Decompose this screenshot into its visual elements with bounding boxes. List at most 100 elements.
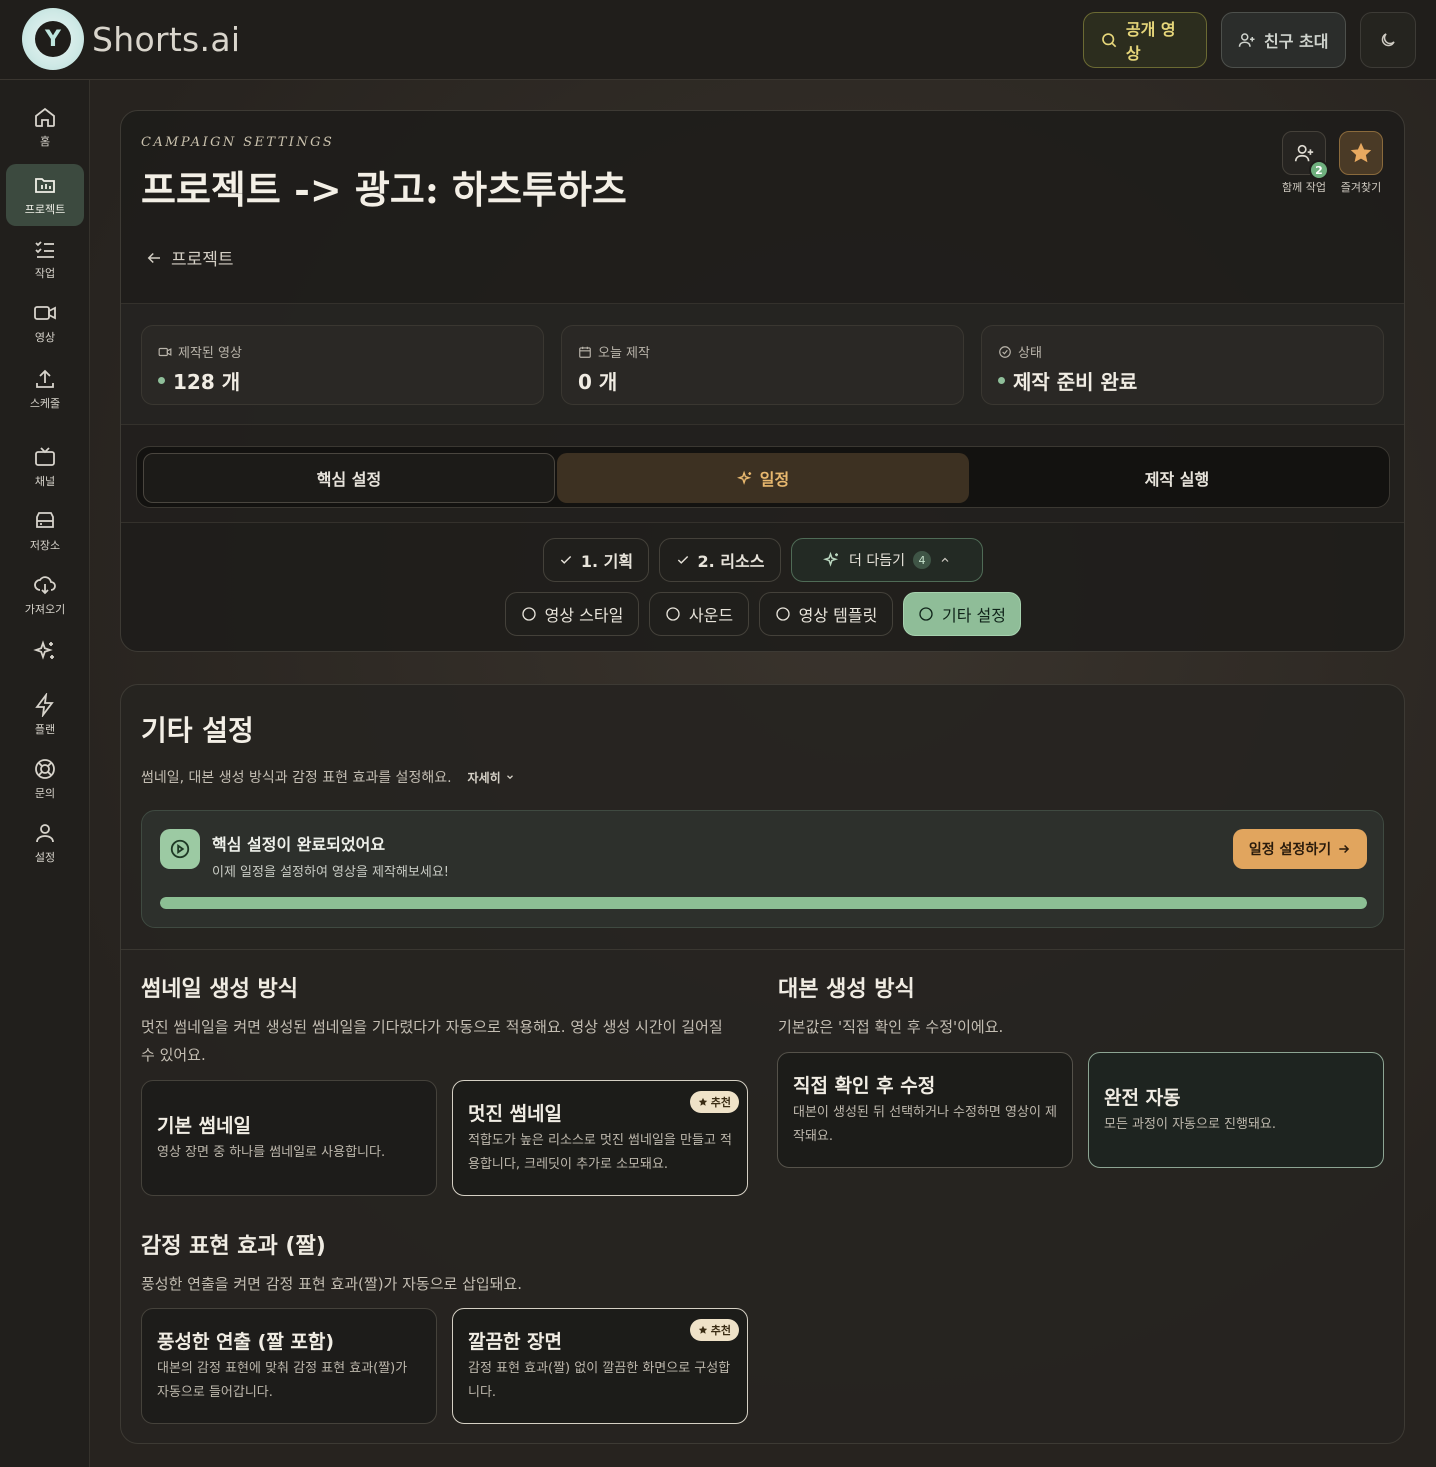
arrow-left-icon xyxy=(147,252,160,263)
substep-video-style[interactable]: 영상 스타일 xyxy=(505,592,639,636)
sidebar-item-plan[interactable]: 플랜 xyxy=(6,684,84,746)
option-clean-scene[interactable]: 추천 깔끔한 장면 감정 표현 효과(짤) 없이 깔끔한 화면으로 구성합니다. xyxy=(452,1308,748,1424)
sidebar-item-projects[interactable]: 프로젝트 xyxy=(6,164,84,226)
sidebar-item-label: 홈 xyxy=(39,135,51,148)
check-icon xyxy=(677,556,688,564)
substep-label: 사운드 xyxy=(688,606,734,625)
stat-label-text: 제작된 영상 xyxy=(178,346,242,361)
other-settings-panel: 기타 설정 썸네일, 대본 생성 방식과 감정 표현 효과를 설정해요. 자세히… xyxy=(120,684,1405,1444)
sparkles-icon xyxy=(736,470,751,485)
home-icon xyxy=(35,107,55,127)
option-rich-direction[interactable]: 풍성한 연출 (짤 포함) 대본의 감정 표현에 맞춰 감정 표현 효과(짤)가… xyxy=(141,1308,437,1424)
sidebar-item-schedule[interactable]: 스케줄 xyxy=(6,358,84,420)
status-dot xyxy=(998,377,1005,384)
sparkles-icon xyxy=(33,640,54,660)
option-basic-thumbnail[interactable]: 기본 썸네일 영상 장면 중 하나를 썸네일로 사용합니다. xyxy=(141,1080,437,1196)
substep-video-template[interactable]: 영상 템플릿 xyxy=(759,592,893,636)
divider xyxy=(121,522,1404,523)
script-section-desc: 기본값은 '직접 확인 후 수정'이에요. xyxy=(778,1018,1004,1036)
upload-icon xyxy=(36,369,54,388)
substep-sound[interactable]: 사운드 xyxy=(649,592,749,636)
progress-fill xyxy=(160,897,1367,909)
setup-progress-bar xyxy=(160,897,1367,909)
sidebar-item-label: 저장소 xyxy=(29,539,61,552)
option-desc: 감정 표현 효과(짤) 없이 깔끔한 화면으로 구성합니다. xyxy=(468,1361,731,1400)
stat-value: 128 개 xyxy=(158,366,240,395)
set-schedule-label: 일정 설정하기 xyxy=(1248,842,1332,858)
sidebar-item-channel[interactable]: 채널 xyxy=(6,436,84,498)
recommended-badge: 추천 xyxy=(689,1319,739,1341)
public-videos-button[interactable]: 공개 영상 xyxy=(1083,12,1207,68)
star-icon xyxy=(698,1097,707,1106)
stat-card-today: 오늘 제작 0 개 xyxy=(561,325,964,405)
star-icon xyxy=(1350,142,1372,163)
collaborate-label: 함께 작업 xyxy=(1282,181,1326,194)
campaign-kicker: CAMPAIGN SETTINGS xyxy=(141,135,335,150)
page-title: 프로젝트 -> 광고: 하츠투하츠 xyxy=(141,167,627,212)
collaborate-button[interactable]: 2 함께 작업 xyxy=(1282,131,1329,195)
logo[interactable]: Y Shorts.ai xyxy=(22,8,240,70)
sidebar-item-settings[interactable]: 설정 xyxy=(6,812,84,874)
invite-friends-button[interactable]: 친구 초대 xyxy=(1221,12,1346,68)
more-details-toggle[interactable]: 자세히 xyxy=(468,769,515,786)
theme-toggle-button[interactable] xyxy=(1360,12,1416,68)
recommended-badge: 추천 xyxy=(689,1091,739,1113)
sidebar-item-ai[interactable] xyxy=(6,620,84,682)
substep-other-settings[interactable]: 기타 설정 xyxy=(903,592,1021,636)
tab-core-settings[interactable]: 핵심 설정 xyxy=(143,453,555,503)
step-label: 1. 기획 xyxy=(580,552,634,571)
substep-label: 영상 템플릿 xyxy=(798,606,878,625)
favorite-button[interactable]: 즐겨찾기 xyxy=(1339,131,1383,195)
option-title: 멋진 썸네일 xyxy=(468,1103,563,1125)
sidebar-item-label: 작업 xyxy=(34,267,56,280)
setup-complete-notice: 핵심 설정이 완료되었어요 이제 일정을 설정하여 영상을 제작해보세요! 일정… xyxy=(141,810,1384,928)
recommended-label: 추천 xyxy=(710,1096,731,1109)
favorite-label: 즐겨찾기 xyxy=(1340,181,1382,194)
section-description-text: 썸네일, 대본 생성 방식과 감정 표현 효과를 설정해요. xyxy=(141,770,452,786)
sidebar-item-home[interactable]: 홈 xyxy=(6,96,84,158)
step-planning[interactable]: 1. 기획 xyxy=(543,538,649,582)
logo-text: Shorts.ai xyxy=(92,19,241,59)
tab-label: 제작 실행 xyxy=(1144,470,1210,489)
moon-icon xyxy=(1381,33,1395,47)
sidebar-item-support[interactable]: 문의 xyxy=(6,748,84,810)
public-videos-label: 공개 영상 xyxy=(1125,20,1176,63)
refine-count: 4 xyxy=(912,551,931,569)
bolt-icon xyxy=(35,693,54,717)
video-icon xyxy=(158,347,172,356)
option-manual-review[interactable]: 직접 확인 후 수정 대본이 생성된 뒤 선택하거나 수정하면 영상이 제작돼요… xyxy=(777,1052,1073,1168)
stat-label-text: 상태 xyxy=(1018,346,1042,361)
option-desc: 대본이 생성된 뒤 선택하거나 수정하면 영상이 제작돼요. xyxy=(793,1105,1057,1144)
stat-label: 상태 xyxy=(998,342,1042,361)
radio-icon xyxy=(666,607,680,621)
option-desc: 대본의 감정 표현에 맞춰 감정 표현 효과(짤)가 자동으로 들어갑니다. xyxy=(157,1361,408,1400)
script-section-title: 대본 생성 방식 xyxy=(778,977,915,1002)
sidebar-item-label: 프로젝트 xyxy=(24,203,66,216)
video-icon xyxy=(34,306,56,320)
option-fully-automatic[interactable]: 완전 자동 모든 과정이 자동으로 진행돼요. xyxy=(1088,1052,1384,1168)
tab-run-production[interactable]: 제작 실행 xyxy=(971,453,1383,503)
option-fancy-thumbnail[interactable]: 추천 멋진 썸네일 적합도가 높은 리소스로 멋진 썸네일을 만들고 적용합니다… xyxy=(452,1080,748,1196)
sidebar-item-tasks[interactable]: 작업 xyxy=(6,228,84,290)
option-desc: 적합도가 높은 리소스로 멋진 썸네일을 만들고 적용합니다, 크레딧이 추가로… xyxy=(468,1133,732,1172)
refine-more-toggle[interactable]: 더 다듬기 4 xyxy=(791,538,983,582)
stat-card-videos: 제작된 영상 128 개 xyxy=(141,325,544,405)
top-bar: Y Shorts.ai 공개 영상 친구 초대 xyxy=(0,0,1436,80)
step-resources[interactable]: 2. 리소스 xyxy=(659,538,781,582)
stat-value: 제작 준비 완료 xyxy=(998,366,1137,395)
sidebar-item-import[interactable]: 가져오기 xyxy=(6,564,84,626)
set-schedule-button[interactable]: 일정 설정하기 xyxy=(1233,829,1367,869)
more-label: 자세히 xyxy=(467,770,501,785)
tab-schedule[interactable]: 일정 xyxy=(557,453,969,503)
back-to-projects-link[interactable]: 프로젝트 xyxy=(145,245,234,270)
arrow-right-icon xyxy=(1339,844,1350,854)
sidebar-item-videos[interactable]: 영상 xyxy=(6,292,84,354)
option-title: 기본 썸네일 xyxy=(157,1115,252,1137)
storage-icon xyxy=(36,512,54,528)
emotion-section-desc: 풍성한 연출을 켜면 감정 표현 효과(짤)가 자동으로 삽입돼요. xyxy=(141,1275,523,1293)
user-plus-icon xyxy=(1294,144,1314,162)
settings-tabs: 핵심 설정 일정 제작 실행 xyxy=(136,446,1390,508)
sidebar-item-storage[interactable]: 저장소 xyxy=(6,500,84,562)
logo-letter: Y xyxy=(35,21,71,57)
option-title: 직접 확인 후 수정 xyxy=(793,1075,936,1097)
